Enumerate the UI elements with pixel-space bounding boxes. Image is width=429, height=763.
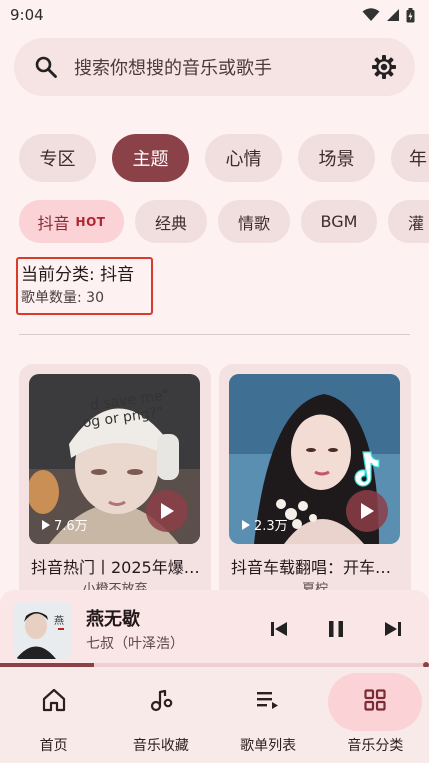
nav-home[interactable]: 首页 [0, 667, 107, 763]
hot-badge: HOT [75, 214, 106, 229]
play-count-label: 7.6万 [54, 519, 88, 534]
status-time: 9:04 [10, 6, 44, 24]
primary-tabs: 专区 主题 心情 场景年 [0, 134, 429, 182]
play-button[interactable] [346, 490, 388, 532]
secondary-tabs: 抖音 HOT 经典 情歌 BGM 灌 [0, 200, 429, 243]
search-input[interactable]: 搜索你想搜的音乐或歌手 [74, 54, 371, 80]
song-artist: 七叔（叶泽浩） [86, 636, 184, 652]
home-icon [42, 688, 65, 712]
tab-zhuti[interactable]: 主题 [112, 134, 189, 182]
playlist-card[interactable]: 2.3万 抖音车载翻唱：开车必听 夏柠 [219, 364, 411, 604]
subtab-douyin[interactable]: 抖音 HOT [19, 200, 124, 243]
current-category-box: 当前分类: 抖音 歌单数量: 30 [16, 257, 153, 315]
battery-icon [406, 7, 415, 22]
next-button[interactable] [380, 616, 406, 642]
playlist-cover: 2.3万 [229, 374, 400, 544]
subtab-bgm[interactable]: BGM [301, 200, 377, 243]
wifi-icon [362, 8, 380, 21]
search-bar[interactable]: 搜索你想搜的音乐或歌手 [14, 38, 415, 96]
nav-favorites[interactable]: 音乐收藏 [107, 667, 214, 763]
nav-categories-label: 音乐分类 [347, 738, 404, 754]
play-count-label: 2.3万 [254, 519, 288, 534]
search-icon [35, 56, 57, 78]
mini-player[interactable]: 燕 燕无歇 七叔（叶泽浩） [0, 590, 429, 668]
playlist-cover: d save me" .og or png?" 7.6万 [29, 374, 200, 544]
current-category-title: 当前分类: 抖音 [21, 265, 135, 285]
pause-button[interactable] [323, 616, 349, 642]
album-image: 燕 [14, 602, 71, 659]
svg-text:燕: 燕 [54, 615, 64, 627]
nav-playlists-label: 歌单列表 [240, 738, 297, 754]
tab-zhuanqu[interactable]: 专区 [19, 134, 96, 182]
album-art: 燕 [14, 602, 71, 659]
play-count: 2.3万 [241, 515, 288, 534]
subtab-douyin-label: 抖音 [37, 213, 70, 233]
signal-icon [387, 9, 399, 21]
music-note-icon [150, 689, 173, 712]
song-title: 燕无歇 [86, 609, 140, 630]
previous-button[interactable] [266, 616, 292, 642]
play-icon [361, 503, 374, 519]
skip-next-icon [385, 622, 401, 636]
subtab-next[interactable]: 灌 [388, 200, 429, 243]
play-small-icon [42, 519, 50, 530]
playlist-card[interactable]: d save me" .og or png?" 7.6万 抖音热门丨2025年爆… [19, 364, 211, 604]
tab-xinqing[interactable]: 心情 [205, 134, 282, 182]
status-icons [362, 7, 415, 23]
playlist-icon [257, 692, 279, 709]
play-count: 7.6万 [41, 515, 88, 534]
nav-categories[interactable]: 音乐分类 [322, 667, 429, 763]
bottom-navigation: 首页 音乐收藏 歌单列表 音乐分类 [0, 667, 429, 763]
pause-icon [329, 621, 343, 637]
playlist-title: 抖音车载翻唱：开车必听 [231, 558, 401, 577]
nav-favorites-label: 音乐收藏 [132, 738, 189, 754]
play-icon [161, 503, 174, 519]
nav-home-label: 首页 [39, 738, 68, 754]
category-grid-icon [364, 689, 386, 711]
divider [19, 334, 410, 335]
playlist-count: 歌单数量: 30 [21, 290, 104, 306]
subtab-qingge[interactable]: 情歌 [218, 200, 290, 243]
tab-changjing[interactable]: 场景 [298, 134, 375, 182]
play-button[interactable] [146, 490, 188, 532]
subtab-jingdian[interactable]: 经典 [135, 200, 207, 243]
playlist-title: 抖音热门丨2025年爆款热歌 [31, 558, 201, 577]
status-bar: 9:04 [0, 0, 429, 30]
tab-nian[interactable]: 年 [391, 134, 429, 182]
skip-previous-icon [271, 622, 287, 636]
settings-gear-icon[interactable] [371, 54, 397, 80]
nav-playlists[interactable]: 歌单列表 [215, 667, 322, 763]
play-small-icon [242, 519, 250, 530]
